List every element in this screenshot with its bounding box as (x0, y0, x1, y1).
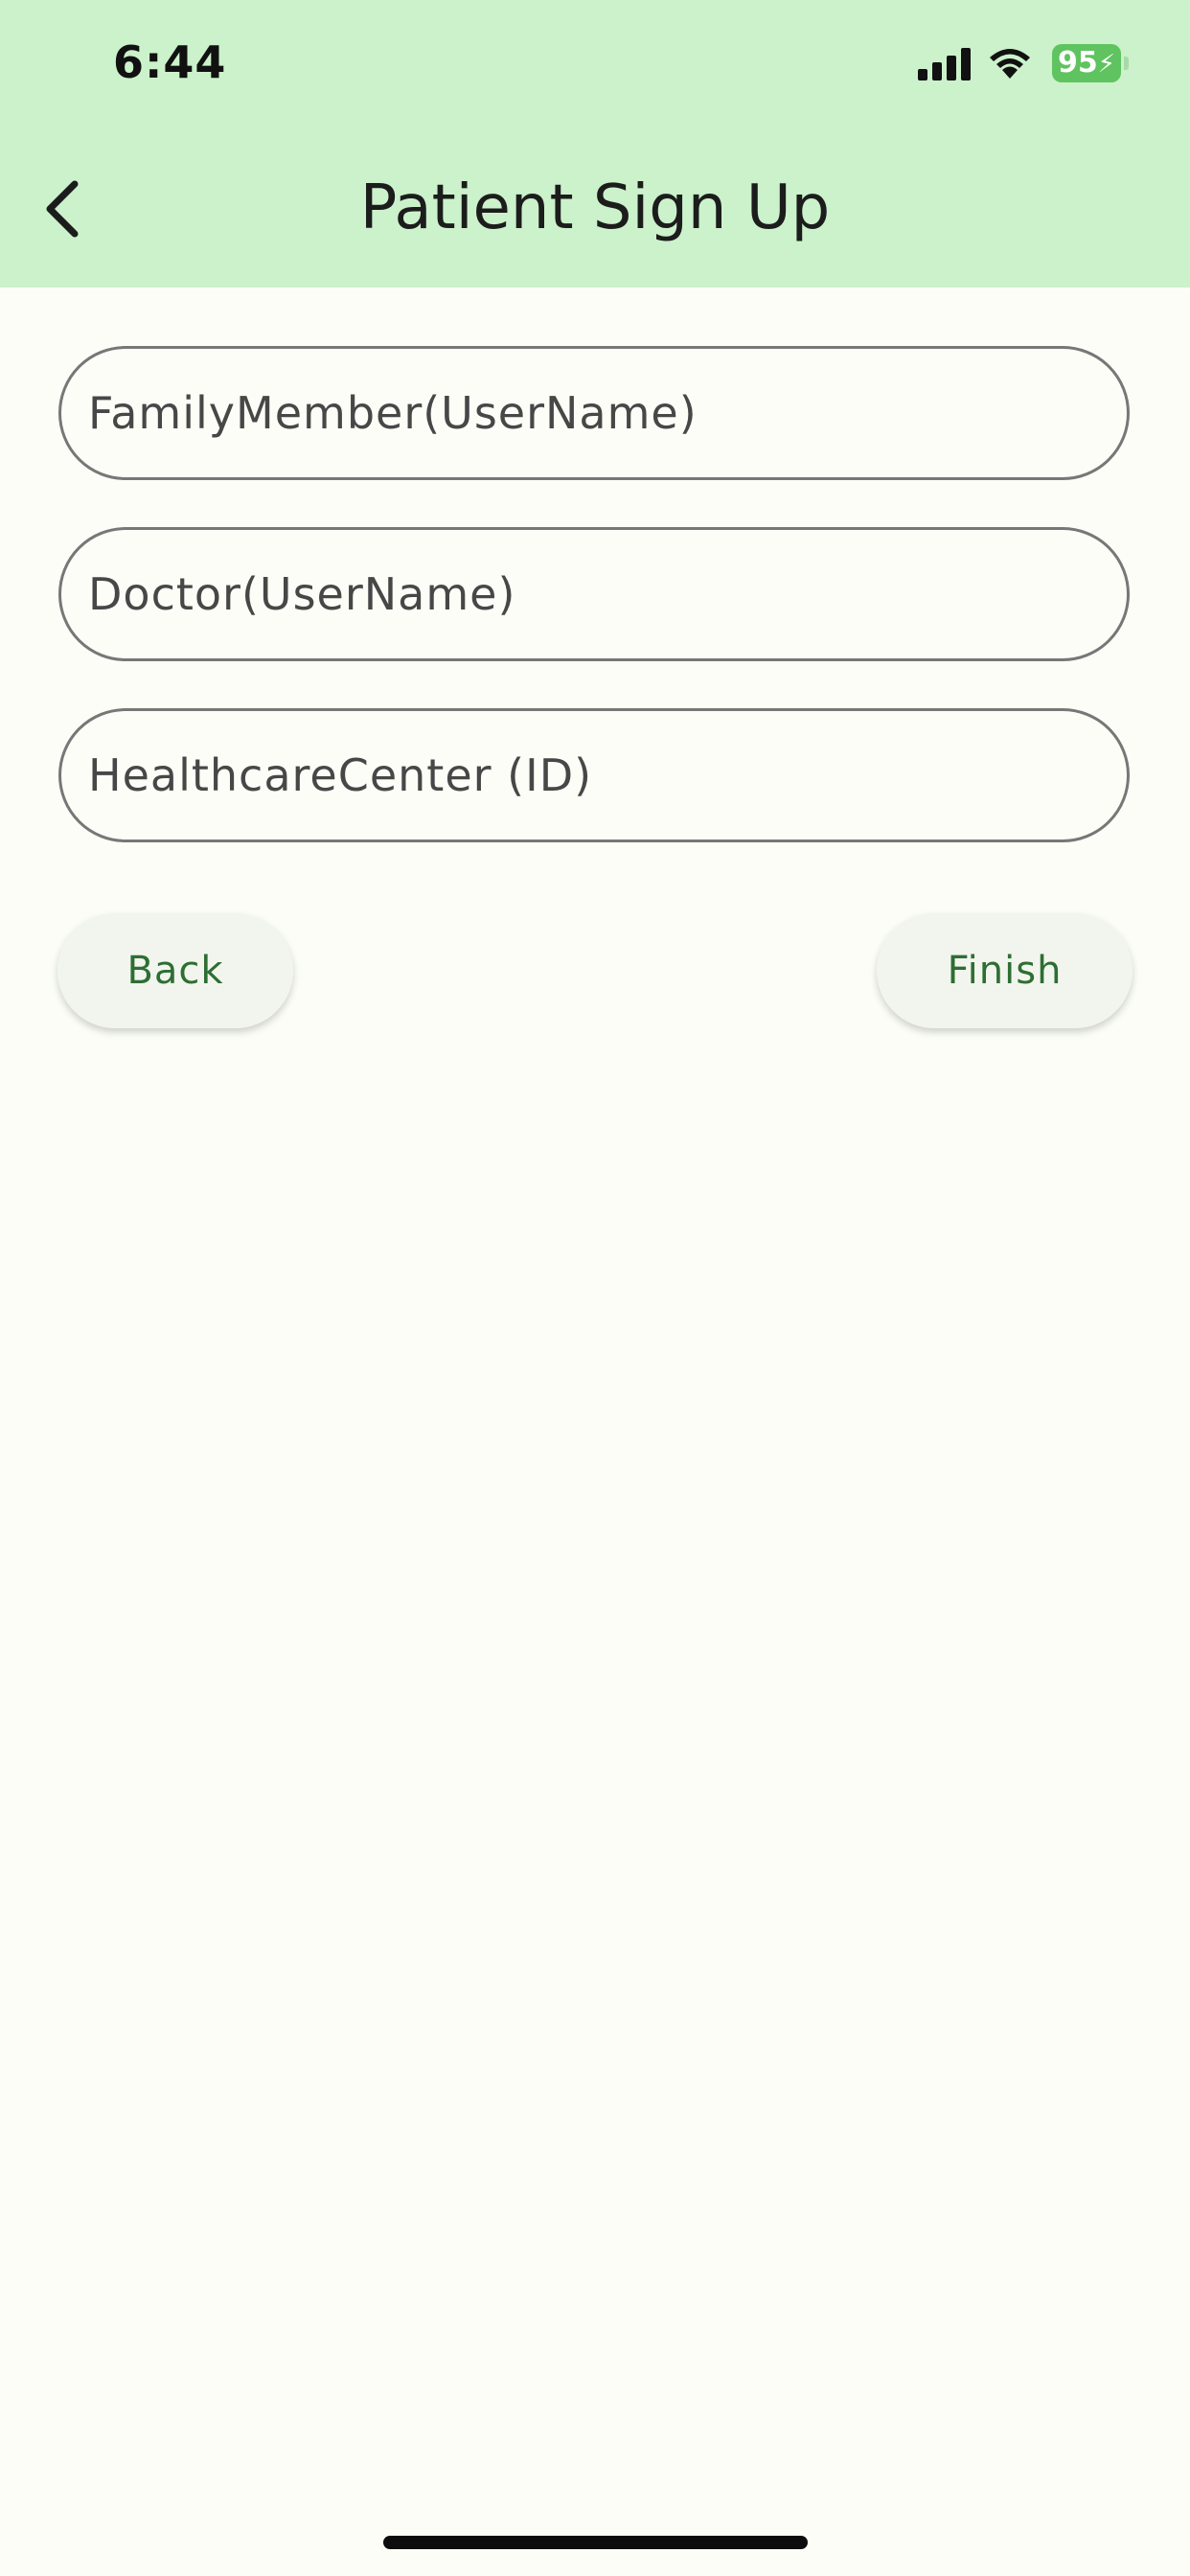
healthcare-center-field[interactable] (58, 708, 1130, 842)
wifi-icon (990, 49, 1030, 79)
home-indicator[interactable] (383, 2536, 808, 2549)
battery-cap (1124, 57, 1129, 70)
status-bar: 6:44 95⚡ (0, 0, 1190, 134)
charging-bolt-icon: ⚡ (1097, 50, 1115, 79)
finish-button[interactable]: Finish (877, 913, 1133, 1028)
battery-icon: 95⚡ (1052, 44, 1129, 82)
cellular-signal-icon (918, 48, 971, 80)
family-member-input[interactable] (61, 349, 1127, 477)
status-time: 6:44 (113, 36, 227, 88)
battery-level: 95⚡ (1052, 44, 1121, 82)
app-bar: Patient Sign Up (0, 134, 1190, 288)
doctor-input[interactable] (61, 530, 1127, 658)
doctor-field[interactable] (58, 527, 1130, 661)
healthcare-center-input[interactable] (61, 711, 1127, 840)
back-button[interactable]: Back (57, 913, 293, 1028)
page-title: Patient Sign Up (359, 172, 831, 243)
family-member-field[interactable] (58, 346, 1130, 480)
